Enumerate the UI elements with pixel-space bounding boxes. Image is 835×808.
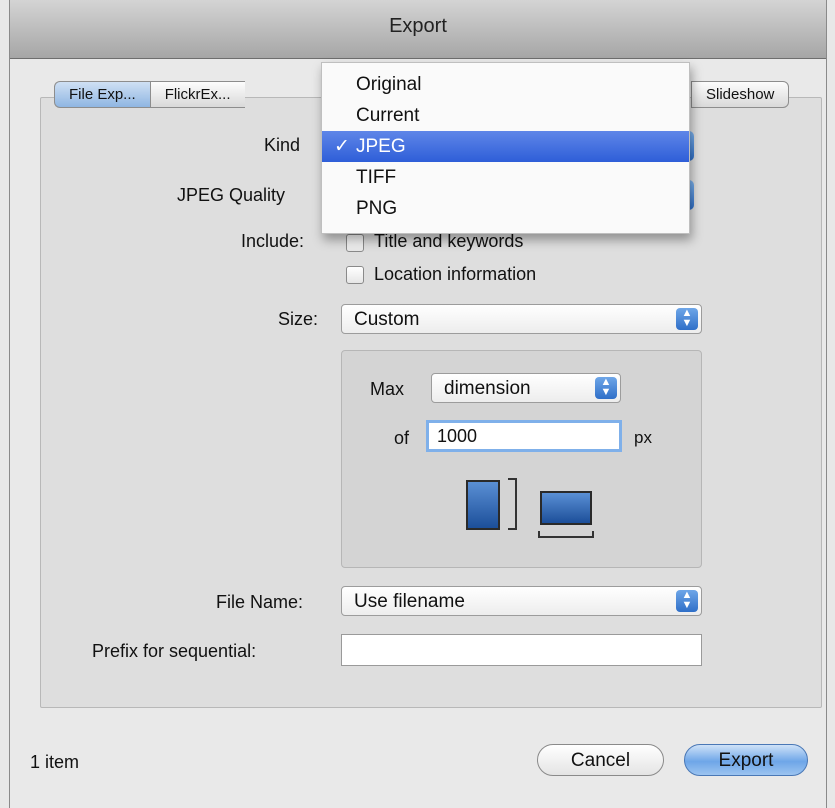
- max-dimension-popup[interactable]: dimension ▲ ▼: [431, 373, 621, 403]
- include-label: Include:: [241, 231, 305, 251]
- kind-dropdown-menu: Original Current ✓ JPEG TIFF PNG: [321, 62, 690, 234]
- menu-item-current[interactable]: Current: [322, 100, 689, 131]
- up-down-arrows-icon: ▲ ▼: [595, 377, 617, 399]
- cancel-button[interactable]: Cancel: [537, 744, 664, 776]
- portrait-bracket-icon: [508, 478, 517, 530]
- window-title: Export: [389, 15, 447, 37]
- dimension-input[interactable]: 1000: [426, 420, 622, 452]
- tab-file-export[interactable]: File Exp...: [54, 81, 150, 108]
- jpeg-quality-label: JPEG Quality: [177, 185, 286, 205]
- file-name-label: File Name:: [216, 592, 304, 612]
- item-count: 1 item: [30, 752, 80, 772]
- px-unit-label: px: [634, 428, 652, 447]
- export-button[interactable]: Export: [684, 744, 808, 776]
- prefix-label: Prefix for sequential:: [92, 641, 257, 661]
- kind-label: Kind: [264, 135, 301, 155]
- checkmark-icon: ✓: [334, 136, 350, 157]
- tab-strip: File Exp... FlickrEx...: [54, 81, 245, 108]
- portrait-orientation-icon[interactable]: [466, 480, 500, 530]
- menu-item-tiff[interactable]: TIFF: [322, 162, 689, 193]
- landscape-bracket-icon: [538, 531, 594, 538]
- title-bar[interactable]: Export: [10, 0, 826, 59]
- location-label: Location information: [374, 264, 537, 284]
- title-keywords-checkbox[interactable]: [346, 234, 364, 252]
- max-dimension-value: dimension: [444, 378, 531, 399]
- tab-flickr-export[interactable]: FlickrEx...: [149, 81, 245, 108]
- tab-slideshow[interactable]: Slideshow: [691, 81, 790, 108]
- landscape-orientation-icon[interactable]: [540, 491, 592, 525]
- size-value: Custom: [354, 309, 420, 330]
- up-down-arrows-icon: ▲ ▼: [676, 590, 698, 612]
- menu-item-jpeg[interactable]: ✓ JPEG: [322, 131, 689, 162]
- prefix-input[interactable]: [341, 634, 702, 666]
- file-name-value: Use filename: [354, 591, 465, 612]
- max-label: Max: [370, 379, 405, 399]
- up-down-arrows-icon: ▲ ▼: [676, 308, 698, 330]
- menu-item-png[interactable]: PNG: [322, 193, 689, 224]
- size-label: Size:: [278, 309, 319, 329]
- menu-item-jpeg-label: JPEG: [356, 136, 406, 157]
- of-label: of: [394, 428, 410, 448]
- menu-item-original[interactable]: Original: [322, 69, 689, 100]
- export-dialog: Export File Exp... FlickrEx... Slideshow…: [9, 0, 827, 808]
- file-name-popup[interactable]: Use filename ▲ ▼: [341, 586, 702, 616]
- location-checkbox[interactable]: [346, 266, 364, 284]
- title-keywords-label: Title and keywords: [374, 231, 524, 251]
- size-popup[interactable]: Custom ▲ ▼: [341, 304, 702, 334]
